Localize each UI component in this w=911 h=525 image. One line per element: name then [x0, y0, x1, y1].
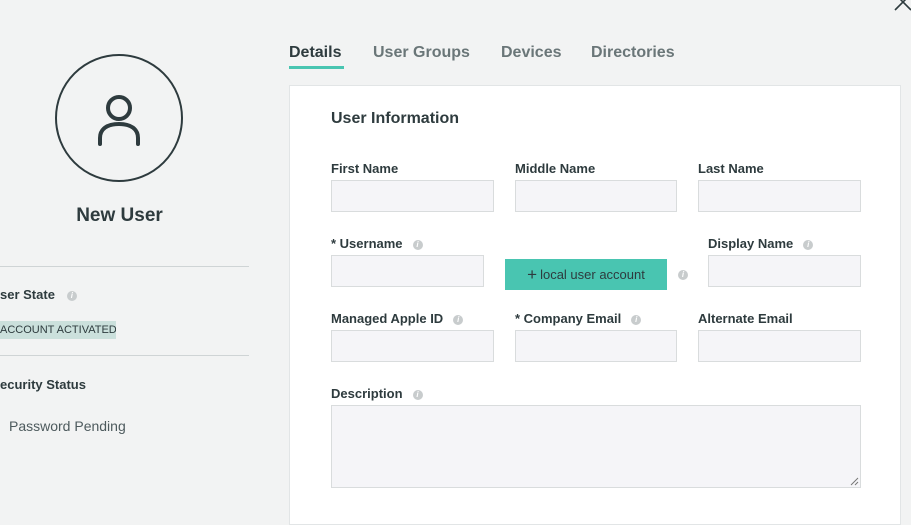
middle-name-field[interactable] — [515, 180, 677, 212]
username-field[interactable] — [331, 255, 484, 287]
managed-apple-id-label: Managed Apple ID i — [331, 311, 464, 326]
tab-details[interactable]: Details — [289, 44, 341, 62]
tab-directories[interactable]: Directories — [591, 44, 675, 62]
button-label: local user account — [540, 267, 645, 282]
tab-user-groups[interactable]: User Groups — [373, 44, 470, 62]
status-badge: ACCOUNT ACTIVATED — [0, 321, 116, 339]
info-icon[interactable]: i — [803, 239, 814, 250]
company-email-field[interactable] — [515, 330, 677, 362]
user-icon — [98, 95, 140, 146]
info-icon[interactable]: i — [412, 239, 423, 250]
user-information-card: User Information First Name Middle Name … — [289, 85, 901, 525]
security-status-label: ecurity Status — [0, 377, 86, 392]
divider — [0, 266, 249, 267]
display-name-field[interactable] — [708, 255, 861, 287]
description-label: Description i — [331, 386, 423, 401]
divider — [0, 355, 249, 356]
user-state-label: ser State i — [0, 287, 77, 302]
company-email-label: * Company Email i — [515, 311, 642, 326]
display-name-label: Display Name i — [708, 236, 814, 251]
info-icon[interactable]: i — [66, 290, 77, 301]
info-icon[interactable]: i — [631, 314, 642, 325]
plus-icon: + — [527, 265, 538, 284]
info-icon[interactable]: i — [453, 314, 464, 325]
info-icon[interactable]: i — [412, 389, 423, 400]
resize-handle-icon[interactable] — [849, 476, 859, 486]
add-local-user-account-button[interactable]: + local user account — [505, 259, 667, 290]
username-label: * Username i — [331, 236, 423, 251]
alternate-email-field[interactable] — [698, 330, 861, 362]
close-icon[interactable] — [893, 0, 911, 12]
first-name-label: First Name — [331, 161, 399, 176]
section-title: User Information — [331, 110, 460, 127]
active-tab-indicator — [289, 66, 344, 69]
alternate-email-label: Alternate Email — [698, 311, 793, 326]
last-name-field[interactable] — [698, 180, 861, 212]
user-name: New User — [76, 205, 163, 226]
avatar — [55, 54, 183, 182]
security-status-value: Password Pending — [9, 418, 126, 434]
managed-apple-id-field[interactable] — [331, 330, 494, 362]
middle-name-label: Middle Name — [515, 161, 596, 176]
description-field[interactable] — [331, 405, 861, 488]
tab-devices[interactable]: Devices — [501, 44, 562, 62]
info-icon[interactable]: i — [678, 270, 688, 280]
first-name-field[interactable] — [331, 180, 494, 212]
last-name-label: Last Name — [698, 161, 764, 176]
